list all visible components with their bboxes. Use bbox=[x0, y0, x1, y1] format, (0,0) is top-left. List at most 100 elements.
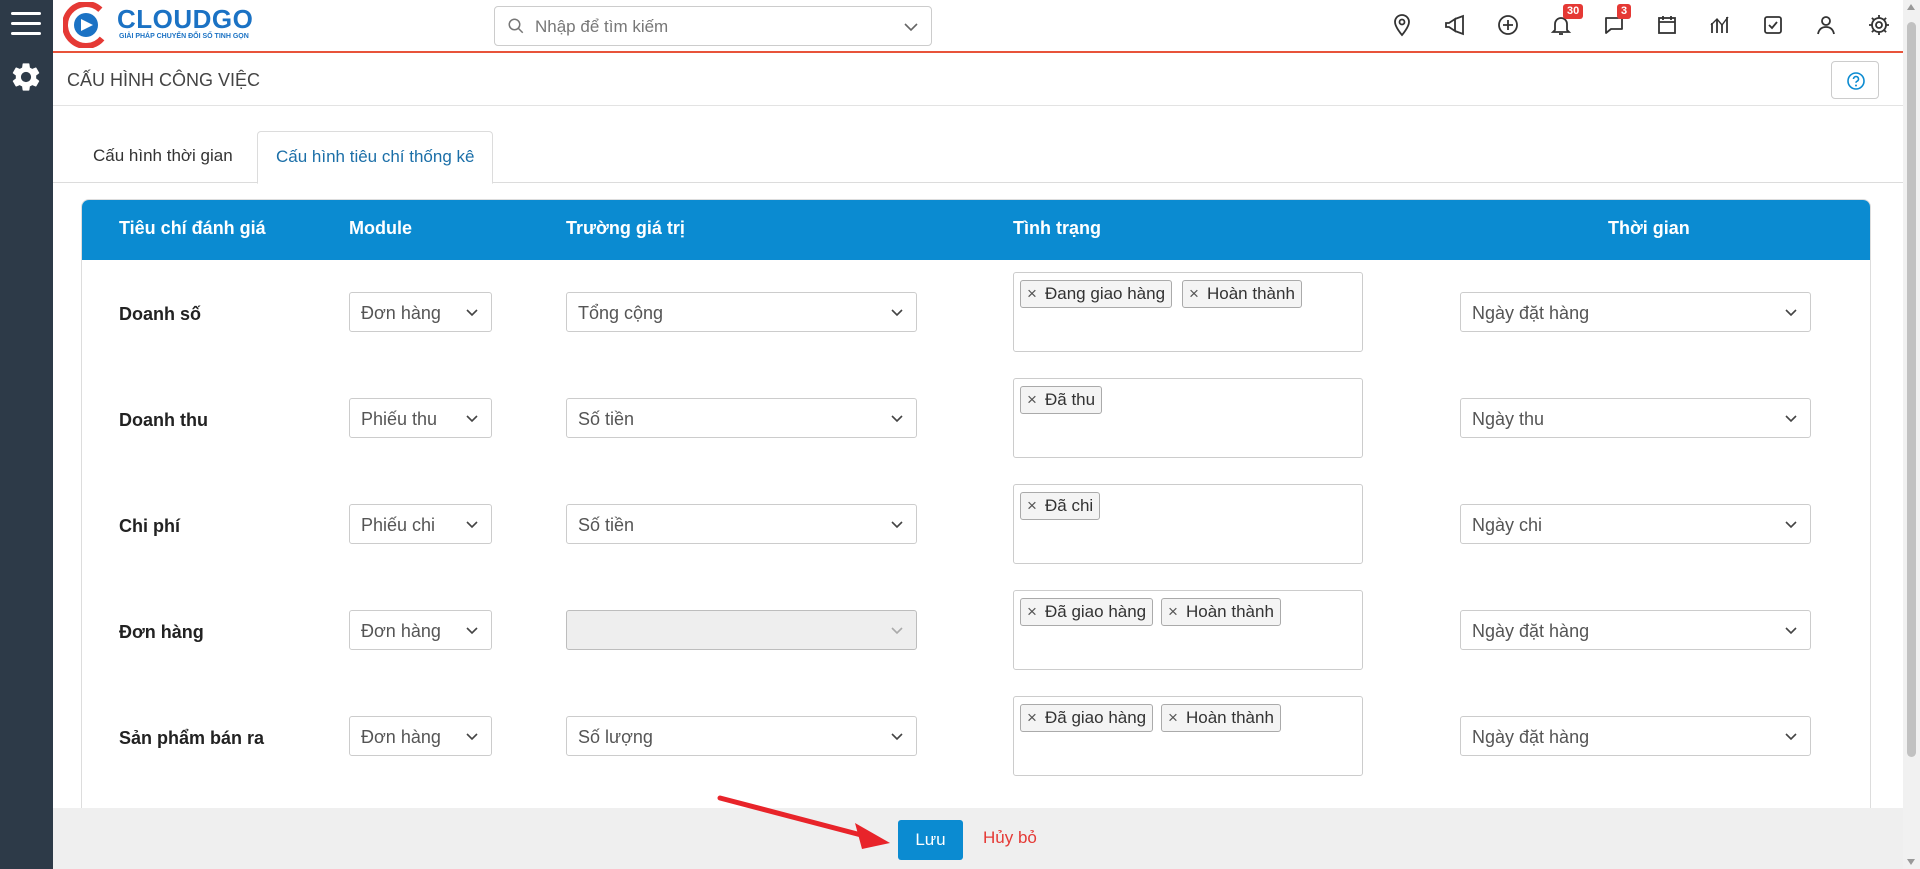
time-select[interactable]: Ngày đặt hàng bbox=[1460, 610, 1811, 650]
chevron-down-icon bbox=[466, 521, 478, 529]
message-badge: 3 bbox=[1617, 4, 1632, 19]
status-tag: × Hoàn thành bbox=[1161, 704, 1281, 732]
header-status: Tình trạng bbox=[1013, 218, 1101, 238]
top-header: CLOUDGO GIẢI PHÁP CHUYỂN ĐỔI SỐ TINH GỌN… bbox=[53, 0, 1903, 53]
page-header: CẤU HÌNH CÔNG VIỆC bbox=[53, 55, 1903, 106]
header-value-field: Trường giá trị bbox=[566, 218, 685, 238]
chevron-down-icon bbox=[466, 627, 478, 635]
status-tag: × Đang giao hàng bbox=[1020, 280, 1173, 308]
chart-icon[interactable] bbox=[1708, 13, 1736, 41]
cancel-link[interactable]: Hủy bỏ bbox=[983, 828, 1037, 848]
scrollbar-thumb[interactable] bbox=[1907, 22, 1916, 757]
save-button[interactable]: Lưu bbox=[898, 820, 963, 860]
status-multiselect[interactable]: × Đã giao hàng × Hoàn thành bbox=[1013, 696, 1363, 776]
status-tag: × Đã thu bbox=[1020, 386, 1103, 414]
status-tag: × Đã chi bbox=[1020, 492, 1101, 520]
value-field-select-disabled bbox=[566, 610, 917, 650]
chevron-down-icon bbox=[891, 521, 903, 529]
status-multiselect[interactable]: × Đã chi bbox=[1013, 484, 1363, 564]
logo-icon bbox=[63, 2, 110, 48]
annotation-arrow-icon bbox=[717, 795, 890, 849]
settings-gear-icon[interactable] bbox=[9, 60, 43, 94]
chevron-down-icon bbox=[891, 733, 903, 741]
criteria-table: Tiêu chí đánh giá Module Trường giá trị … bbox=[81, 199, 1871, 809]
time-select[interactable]: Ngày chi bbox=[1460, 504, 1811, 544]
search-box[interactable] bbox=[494, 6, 932, 46]
chevron-down-icon bbox=[891, 627, 903, 635]
remove-tag-icon[interactable]: × bbox=[1027, 284, 1037, 304]
table-header: Tiêu chí đánh giá Module Trường giá trị … bbox=[82, 200, 1870, 260]
status-tag: × Đã giao hàng bbox=[1020, 598, 1154, 626]
row-label: Doanh thu bbox=[119, 410, 208, 430]
help-button[interactable] bbox=[1831, 61, 1879, 99]
remove-tag-icon[interactable]: × bbox=[1027, 390, 1037, 410]
gear-icon[interactable] bbox=[1867, 13, 1895, 41]
map-pin-icon[interactable] bbox=[1390, 13, 1418, 41]
page-scrollbar[interactable] bbox=[1903, 0, 1920, 869]
remove-tag-icon[interactable]: × bbox=[1168, 602, 1178, 622]
header-time: Thời gian bbox=[1608, 218, 1690, 238]
row-label: Doanh số bbox=[119, 304, 202, 324]
row-label: Sản phẩm bán ra bbox=[119, 728, 265, 748]
user-icon[interactable] bbox=[1814, 13, 1842, 41]
search-icon bbox=[508, 18, 524, 34]
chevron-down-icon bbox=[466, 309, 478, 317]
status-multiselect[interactable]: × Đã giao hàng × Hoàn thành bbox=[1013, 590, 1363, 670]
remove-tag-icon[interactable]: × bbox=[1027, 602, 1037, 622]
chevron-down-icon bbox=[466, 415, 478, 423]
megaphone-icon[interactable] bbox=[1443, 13, 1471, 41]
chevron-down-icon bbox=[1785, 309, 1797, 317]
hamburger-menu-icon[interactable] bbox=[11, 12, 41, 38]
form-footer: Lưu Hủy bỏ bbox=[53, 808, 1903, 869]
sidebar bbox=[0, 0, 53, 869]
header-criteria: Tiêu chí đánh giá bbox=[119, 218, 266, 238]
time-select[interactable]: Ngày đặt hàng bbox=[1460, 292, 1811, 332]
logo[interactable]: CLOUDGO GIẢI PHÁP CHUYỂN ĐỔI SỐ TINH GỌN bbox=[63, 2, 263, 48]
checkbox-icon[interactable] bbox=[1761, 13, 1789, 41]
module-select[interactable]: Đơn hàng bbox=[349, 610, 492, 650]
value-field-select[interactable]: Số lượng bbox=[566, 716, 917, 756]
scroll-up-icon[interactable] bbox=[1907, 4, 1915, 10]
page-title: CẤU HÌNH CÔNG VIỆC bbox=[67, 70, 261, 90]
chevron-down-icon bbox=[1785, 521, 1797, 529]
module-select[interactable]: Đơn hàng bbox=[349, 716, 492, 756]
module-select[interactable]: Đơn hàng bbox=[349, 292, 492, 332]
status-tag: × Hoàn thành bbox=[1161, 598, 1281, 626]
value-field-select[interactable]: Số tiền bbox=[566, 504, 917, 544]
chevron-down-icon[interactable] bbox=[903, 19, 919, 35]
status-multiselect[interactable]: × Đang giao hàng × Hoàn thành bbox=[1013, 272, 1363, 352]
calendar-icon[interactable] bbox=[1655, 13, 1683, 41]
chevron-down-icon bbox=[1785, 627, 1797, 635]
status-multiselect[interactable]: × Đã thu bbox=[1013, 378, 1363, 458]
scroll-down-icon[interactable] bbox=[1907, 859, 1915, 865]
tab-time-config[interactable]: Cấu hình thời gian bbox=[75, 131, 251, 183]
time-select[interactable]: Ngày thu bbox=[1460, 398, 1811, 438]
bell-icon[interactable]: 30 bbox=[1549, 4, 1584, 41]
help-icon bbox=[1847, 72, 1865, 90]
tab-bar: Cấu hình thời gian Cấu hình tiêu chí thố… bbox=[53, 131, 1903, 184]
remove-tag-icon[interactable]: × bbox=[1027, 708, 1037, 728]
chat-icon[interactable]: 3 bbox=[1602, 4, 1632, 41]
chevron-down-icon bbox=[1785, 415, 1797, 423]
brand-slogan: GIẢI PHÁP CHUYỂN ĐỔI SỐ TINH GỌN bbox=[119, 33, 249, 40]
remove-tag-icon[interactable]: × bbox=[1027, 496, 1037, 516]
tab-criteria-config[interactable]: Cấu hình tiêu chí thống kê bbox=[257, 131, 494, 184]
value-field-select[interactable]: Số tiền bbox=[566, 398, 917, 438]
row-label: Đơn hàng bbox=[119, 622, 204, 642]
search-input[interactable] bbox=[535, 15, 875, 39]
time-select[interactable]: Ngày đặt hàng bbox=[1460, 716, 1811, 756]
brand-name: CLOUDGO bbox=[117, 4, 254, 34]
chevron-down-icon bbox=[891, 309, 903, 317]
chevron-down-icon bbox=[891, 415, 903, 423]
module-select[interactable]: Phiếu chi bbox=[349, 504, 492, 544]
remove-tag-icon[interactable]: × bbox=[1168, 708, 1178, 728]
value-field-select[interactable]: Tổng cộng bbox=[566, 292, 917, 332]
status-tag: × Hoàn thành bbox=[1182, 280, 1302, 308]
module-select[interactable]: Phiếu thu bbox=[349, 398, 492, 438]
remove-tag-icon[interactable]: × bbox=[1189, 284, 1199, 304]
header-module: Module bbox=[349, 218, 412, 238]
chevron-down-icon bbox=[466, 733, 478, 741]
plus-circle-icon[interactable] bbox=[1496, 13, 1524, 41]
row-label: Chi phí bbox=[119, 516, 180, 536]
notification-badge: 30 bbox=[1563, 4, 1584, 19]
